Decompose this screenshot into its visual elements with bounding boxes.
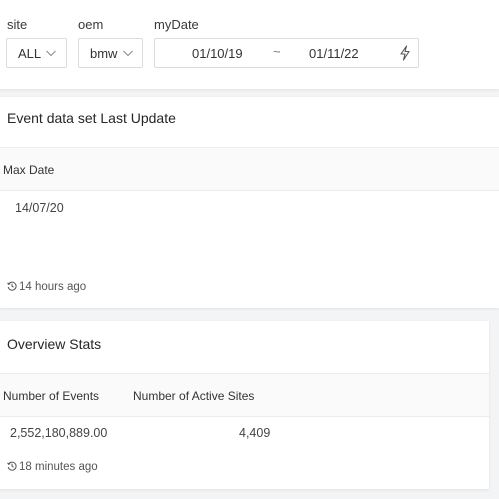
- date-range-separator: ~: [273, 44, 281, 59]
- table-header: Max Date: [0, 147, 499, 191]
- date-end-input[interactable]: 01/11/22: [309, 46, 359, 61]
- site-select[interactable]: ALL: [6, 38, 67, 68]
- column-header-max-date: Max Date: [3, 163, 55, 177]
- chevron-down-icon: [123, 50, 133, 57]
- site-select-value: ALL: [18, 46, 42, 61]
- chevron-down-icon: [46, 50, 56, 57]
- date-filter-label: myDate: [154, 17, 199, 32]
- footer-timestamp: 18 minutes ago: [19, 461, 98, 473]
- history-clock-icon: [7, 461, 17, 471]
- table-header: Number of Events Number of Active Sites: [0, 373, 489, 417]
- oem-filter-label: oem: [78, 17, 104, 32]
- oem-select[interactable]: bmw: [78, 38, 143, 68]
- date-range-picker[interactable]: 01/10/19 ~ 01/11/22: [154, 38, 419, 68]
- footer-timestamp: 14 hours ago: [19, 281, 87, 293]
- table-cell-max-date: 14/07/20: [15, 201, 64, 215]
- oem-select-value: bmw: [90, 46, 118, 61]
- lightning-icon[interactable]: [398, 45, 412, 61]
- filter-bar: site ALL oem bmw myDate 01/10/19 ~ 01/11…: [0, 0, 499, 89]
- panel-title: Event data set Last Update: [7, 110, 176, 126]
- history-clock-icon: [7, 281, 17, 291]
- overview-stats-panel: Overview Stats Number of Events Number o…: [0, 321, 489, 489]
- site-filter-label: site: [7, 17, 28, 32]
- last-updated-footer: 18 minutes ago: [7, 461, 98, 473]
- panel-title: Overview Stats: [7, 336, 102, 352]
- last-update-panel: Event data set Last Update Max Date 14/0…: [0, 97, 499, 308]
- last-updated-footer: 14 hours ago: [7, 281, 86, 293]
- column-header-number-of-events: Number of Events: [3, 389, 100, 403]
- column-header-number-of-active-sites: Number of Active Sites: [133, 389, 255, 403]
- table-cell-number-of-active-sites: 4,409: [239, 426, 271, 440]
- table-cell-number-of-events: 2,552,180,889.00: [10, 426, 108, 440]
- date-start-input[interactable]: 01/10/19: [192, 46, 243, 61]
